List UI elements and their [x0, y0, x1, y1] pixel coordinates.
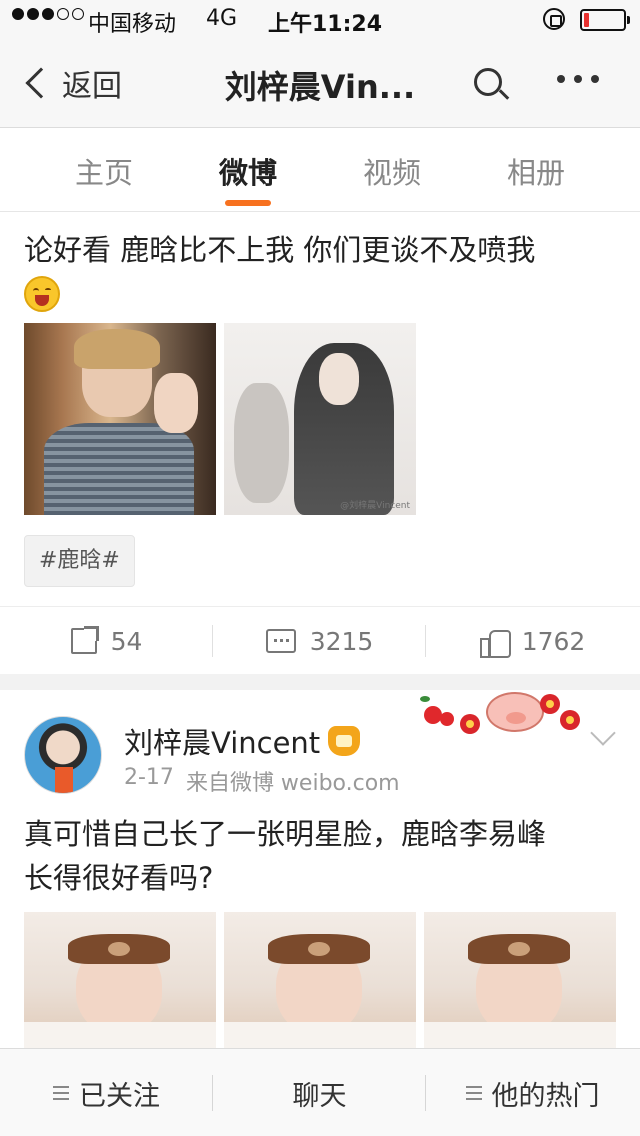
- post-image-1[interactable]: [24, 323, 216, 515]
- comment-icon: [265, 629, 296, 653]
- back-button[interactable]: 返回: [20, 62, 122, 104]
- chevron-left-icon: [25, 67, 57, 99]
- post-emoji-line: [24, 270, 60, 314]
- post-source: 来自微博 weibo.com: [185, 771, 400, 796]
- back-label: 返回: [62, 69, 122, 104]
- post-image-3[interactable]: [424, 912, 616, 1048]
- vip-badge-icon: [328, 726, 361, 756]
- search-icon[interactable]: [474, 68, 510, 102]
- hot-posts-button[interactable]: 他的热门: [426, 1049, 639, 1136]
- bottom-toolbar: 已关注 聊天 他的热门: [0, 1048, 640, 1136]
- image-watermark: @刘梓晨Vincent: [340, 501, 410, 511]
- share-icon: [70, 626, 99, 654]
- network-label: 4G: [206, 6, 238, 31]
- navigation-bar: 返回 刘梓晨Vin...: [0, 40, 640, 128]
- followed-label: 已关注: [79, 1080, 160, 1112]
- more-icon[interactable]: [557, 75, 599, 83]
- repost-count: 54: [110, 626, 143, 656]
- comment-button[interactable]: 3215: [213, 607, 426, 675]
- pig-icon: [486, 692, 544, 732]
- menu-icon: [53, 1086, 69, 1100]
- like-count: 1762: [521, 626, 586, 656]
- post-image-1[interactable]: [24, 912, 216, 1048]
- post-card[interactable]: 论好看 鹿晗比不上我 你们更谈不及喷我 @刘梓晨Vincent #鹿晗# 54 …: [0, 212, 640, 674]
- chevron-down-icon[interactable]: [590, 720, 616, 746]
- active-tab-indicator: [225, 200, 271, 206]
- profile-tabs: 主页 微博 视频 相册: [0, 128, 640, 212]
- clock: 上午11:24: [268, 12, 383, 37]
- tab-video[interactable]: 视频: [332, 150, 452, 192]
- post-image-2[interactable]: [224, 912, 416, 1048]
- menu-icon: [465, 1086, 482, 1100]
- author-label: 刘梓晨Vincent: [124, 726, 321, 760]
- tab-weibo[interactable]: 微博: [188, 150, 308, 192]
- chat-button[interactable]: 聊天: [213, 1049, 426, 1136]
- post-text-line-1: 真可惜自己长了一张明星脸，鹿晗李易峰: [24, 817, 547, 851]
- tab-home[interactable]: 主页: [44, 150, 164, 192]
- chat-label: 聊天: [292, 1080, 347, 1112]
- status-bar: 中国移动 4G 上午11:24: [0, 0, 640, 40]
- page-title: 刘梓晨Vin...: [224, 68, 416, 106]
- like-button[interactable]: 1762: [426, 607, 639, 675]
- post-action-bar: 54 3215 1762: [0, 606, 640, 674]
- thumbs-up-icon: [479, 627, 511, 658]
- avatar[interactable]: [24, 716, 102, 794]
- post-text: 论好看 鹿晗比不上我 你们更谈不及喷我: [24, 233, 536, 267]
- card-decoration: [414, 690, 590, 740]
- signal-strength-icon: [12, 8, 84, 20]
- followed-button[interactable]: 已关注: [0, 1049, 213, 1136]
- post-time: 2-17: [124, 765, 174, 790]
- laughing-emoji-icon: [24, 276, 60, 312]
- comment-count: 3215: [309, 626, 374, 656]
- battery-icon: [580, 9, 630, 31]
- post-text-line-2: 长得很好看吗?: [24, 861, 214, 895]
- topic-tag[interactable]: #鹿晗#: [24, 535, 135, 587]
- rotation-lock-icon: [543, 8, 565, 30]
- carrier-label: 中国移动: [88, 12, 177, 37]
- tab-album[interactable]: 相册: [476, 150, 596, 192]
- author-name[interactable]: 刘梓晨Vincent: [124, 720, 361, 762]
- hot-posts-label: 他的热门: [491, 1080, 600, 1112]
- post-meta: 2-17 来自微博 weibo.com: [124, 765, 400, 797]
- post-image-2[interactable]: @刘梓晨Vincent: [224, 323, 416, 515]
- repost-button[interactable]: 54: [0, 607, 213, 675]
